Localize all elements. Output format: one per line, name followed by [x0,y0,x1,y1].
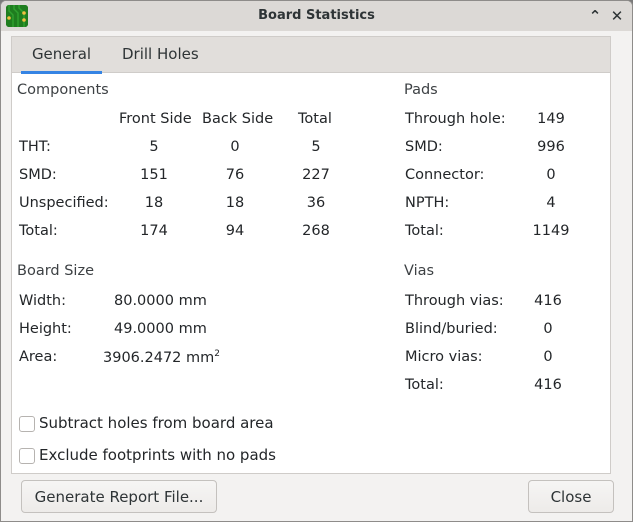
vias-value-blind-buried: 0 [543,321,553,337]
board-area-label: Area: [19,349,58,365]
front-value: 151 [140,167,168,183]
vias-label-micro: Micro vias: [405,349,483,365]
pads-value-npth: 4 [546,195,556,211]
column-header-front-side: Front Side [119,111,192,127]
pads-label-through-hole: Through hole: [405,111,506,127]
board-size-heading: Board Size [17,263,94,279]
column-header-back-side: Back Side [202,111,274,127]
front-value: 18 [144,195,164,211]
row-label: THT: [19,139,51,155]
board-statistics-dialog: Board Statistics ⌃ ✕ General Drill Holes… [0,0,633,522]
row-label: Total: [19,223,58,239]
row-label: Unspecified: [19,195,109,211]
vias-label-blind-buried: Blind/buried: [405,321,498,337]
pads-heading: Pads [404,82,438,98]
generate-report-button[interactable]: Generate Report File... [21,480,217,513]
vias-heading: Vias [404,263,435,279]
back-value: 94 [225,223,245,239]
general-panel: Components Front Side Back Side Total TH… [12,73,610,473]
board-area-value: 3906.2472 mm2 [103,349,220,366]
close-window-button[interactable]: ✕ [607,6,627,26]
pads-label-npth: NPTH: [405,195,450,211]
board-height-label: Height: [19,321,72,337]
area-number: 3906.2472 mm [103,349,215,366]
pads-label-connector: Connector: [405,167,485,183]
tab-bar: General Drill Holes [12,37,610,74]
chevron-up-icon: ⌃ [588,7,602,25]
exclude-footprints-checkbox[interactable] [19,448,35,464]
subtract-holes-checkbox[interactable] [19,416,35,432]
column-header-total: Total [298,111,332,127]
vias-label-total: Total: [405,377,444,393]
title-bar[interactable]: Board Statistics ⌃ ✕ [1,1,632,31]
components-heading: Components [17,82,109,98]
pads-value-total: 1149 [532,223,570,239]
tab-drill-holes[interactable]: Drill Holes [122,45,199,73]
board-width-label: Width: [19,293,67,309]
collapse-button[interactable]: ⌃ [585,6,605,26]
vias-value-total: 416 [534,377,562,393]
pads-value-smd: 996 [537,139,565,155]
total-value: 227 [302,167,330,183]
front-value: 174 [140,223,168,239]
front-value: 5 [149,139,159,155]
exclude-footprints-label[interactable]: Exclude footprints with no pads [39,446,276,464]
row-label: SMD: [19,167,57,183]
pads-value-connector: 0 [546,167,556,183]
pads-label-total: Total: [405,223,444,239]
notebook: General Drill Holes Components Front Sid… [11,36,611,474]
total-value: 268 [302,223,330,239]
tab-general[interactable]: General [21,45,102,74]
area-superscript: 2 [214,349,221,359]
back-value: 76 [225,167,245,183]
pads-label-smd: SMD: [405,139,443,155]
window-title: Board Statistics [258,8,375,23]
back-value: 0 [230,139,240,155]
vias-value-through: 416 [534,293,562,309]
board-width-value: 80.0000 mm [114,293,207,309]
vias-value-micro: 0 [543,349,553,365]
total-value: 5 [311,139,321,155]
subtract-holes-label[interactable]: Subtract holes from board area [39,414,274,432]
close-button[interactable]: Close [528,480,614,513]
total-value: 36 [306,195,326,211]
close-icon: ✕ [610,7,624,25]
vias-label-through: Through vias: [405,293,504,309]
board-height-value: 49.0000 mm [114,321,207,337]
pads-value-through-hole: 149 [537,111,565,127]
back-value: 18 [225,195,245,211]
